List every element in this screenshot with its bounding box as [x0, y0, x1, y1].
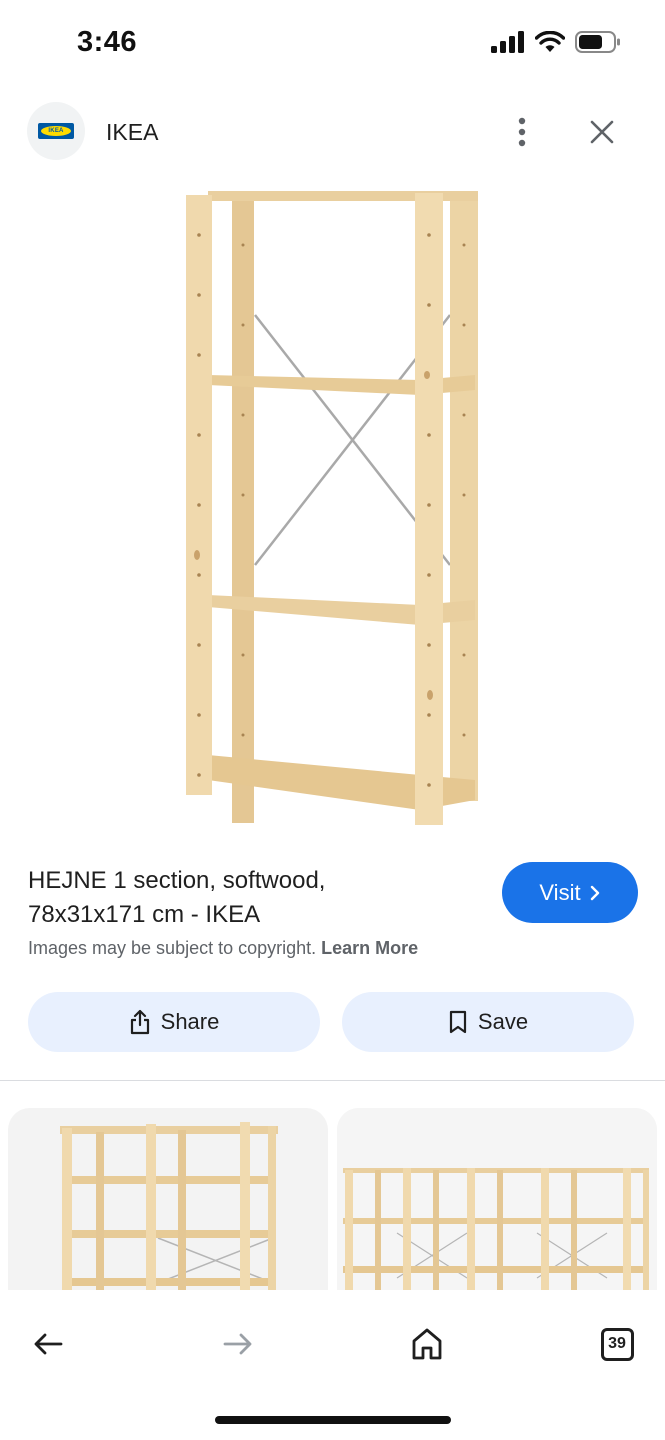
battery-icon: [575, 31, 620, 53]
back-button[interactable]: [24, 1320, 72, 1368]
result-title-line2: 78x31x171 cm - IKEA: [28, 901, 261, 928]
result-title[interactable]: HEJNE 1 section, softwood, 78x31x171 cm …: [28, 864, 468, 932]
visit-button[interactable]: Visit: [502, 862, 638, 923]
more-options-button[interactable]: [506, 114, 538, 150]
ikea-logo-icon: IKEA: [38, 123, 74, 139]
arrow-right-icon: [223, 1333, 252, 1355]
cellular-signal-icon: [491, 31, 524, 53]
chevron-right-icon: [590, 885, 599, 900]
result-title-line1: HEJNE 1 section, softwood,: [28, 867, 326, 894]
bookmark-icon: [449, 1010, 467, 1034]
copyright-notice: Images may be subject to copyright. Lear…: [28, 938, 418, 959]
image-viewer-page: 3:46 IKEA IKEA HEJNE 1 section, softwood…: [0, 0, 665, 1440]
share-button[interactable]: Share: [28, 992, 320, 1052]
site-logo[interactable]: IKEA: [27, 102, 85, 160]
more-vertical-icon: [518, 117, 526, 147]
share-label: Share: [160, 1009, 220, 1034]
learn-more-link[interactable]: Learn More: [321, 938, 418, 958]
shelving-thumbnail-image: [60, 1122, 278, 1290]
related-result-1[interactable]: [8, 1108, 328, 1290]
site-name[interactable]: IKEA: [106, 119, 158, 146]
divider: [0, 1080, 665, 1081]
wifi-icon: [535, 31, 565, 52]
forward-button[interactable]: [214, 1320, 262, 1368]
share-icon: [130, 1009, 149, 1035]
status-icons: [491, 30, 621, 54]
shelving-thumbnail-image: [337, 1108, 657, 1290]
tabs-count: 39: [600, 1327, 634, 1361]
related-result-2[interactable]: [337, 1108, 657, 1290]
shelving-unit-image: [186, 191, 478, 825]
home-icon: [412, 1328, 442, 1360]
save-label: Save: [477, 1009, 529, 1034]
save-button[interactable]: Save: [342, 992, 634, 1052]
home-indicator: [215, 1416, 451, 1424]
visit-label: Visit: [539, 879, 581, 905]
close-button[interactable]: [584, 114, 620, 150]
status-time: 3:46: [77, 26, 138, 58]
copyright-text: Images may be subject to copyright.: [28, 938, 317, 958]
bottom-navigation: 39: [0, 1290, 665, 1440]
close-icon: [590, 120, 614, 144]
arrow-left-icon: [34, 1333, 63, 1355]
tabs-button[interactable]: 39: [593, 1320, 641, 1368]
product-image[interactable]: [150, 175, 515, 835]
home-button[interactable]: [403, 1320, 451, 1368]
source-header: IKEA IKEA: [0, 100, 665, 164]
